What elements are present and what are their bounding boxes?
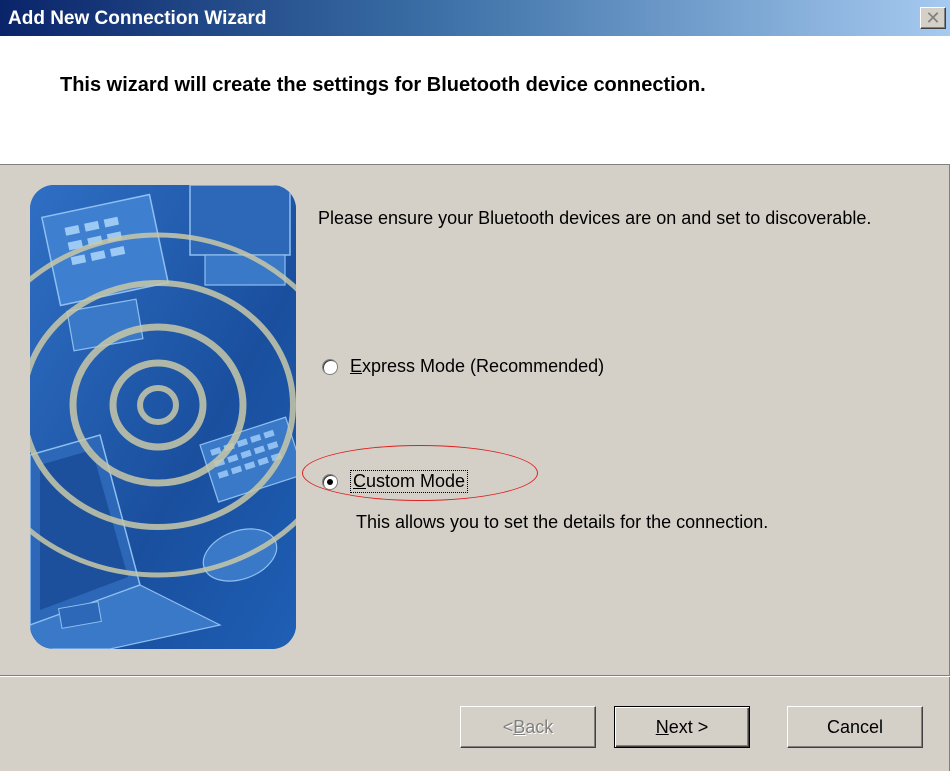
title-bar[interactable]: Add New Connection Wizard ✕ bbox=[0, 0, 950, 36]
footer-separator bbox=[0, 675, 950, 677]
close-button[interactable]: ✕ bbox=[920, 7, 946, 29]
close-icon: ✕ bbox=[925, 8, 941, 28]
express-mode-radio[interactable] bbox=[322, 358, 338, 375]
cancel-button[interactable]: Cancel bbox=[787, 706, 923, 748]
bluetooth-devices-illustration bbox=[30, 185, 296, 649]
back-button[interactable]: < Back bbox=[460, 706, 596, 748]
header-text: This wizard will create the settings for… bbox=[60, 74, 706, 96]
custom-mode-description: This allows you to set the details for t… bbox=[356, 512, 769, 532]
wizard-window: Add New Connection Wizard ✕ This wizard … bbox=[0, 0, 950, 771]
wizard-header: This wizard will create the settings for… bbox=[0, 36, 950, 165]
red-highlight-annotation bbox=[302, 445, 538, 501]
intro-text: Please ensure your Bluetooth devices are… bbox=[318, 208, 872, 228]
window-title: Add New Connection Wizard bbox=[8, 8, 267, 29]
next-button[interactable]: Next > bbox=[614, 706, 750, 748]
express-mode-label[interactable]: Express Mode (Recommended) bbox=[350, 356, 604, 377]
express-mode-option[interactable]: Express Mode (Recommended) bbox=[322, 356, 604, 377]
